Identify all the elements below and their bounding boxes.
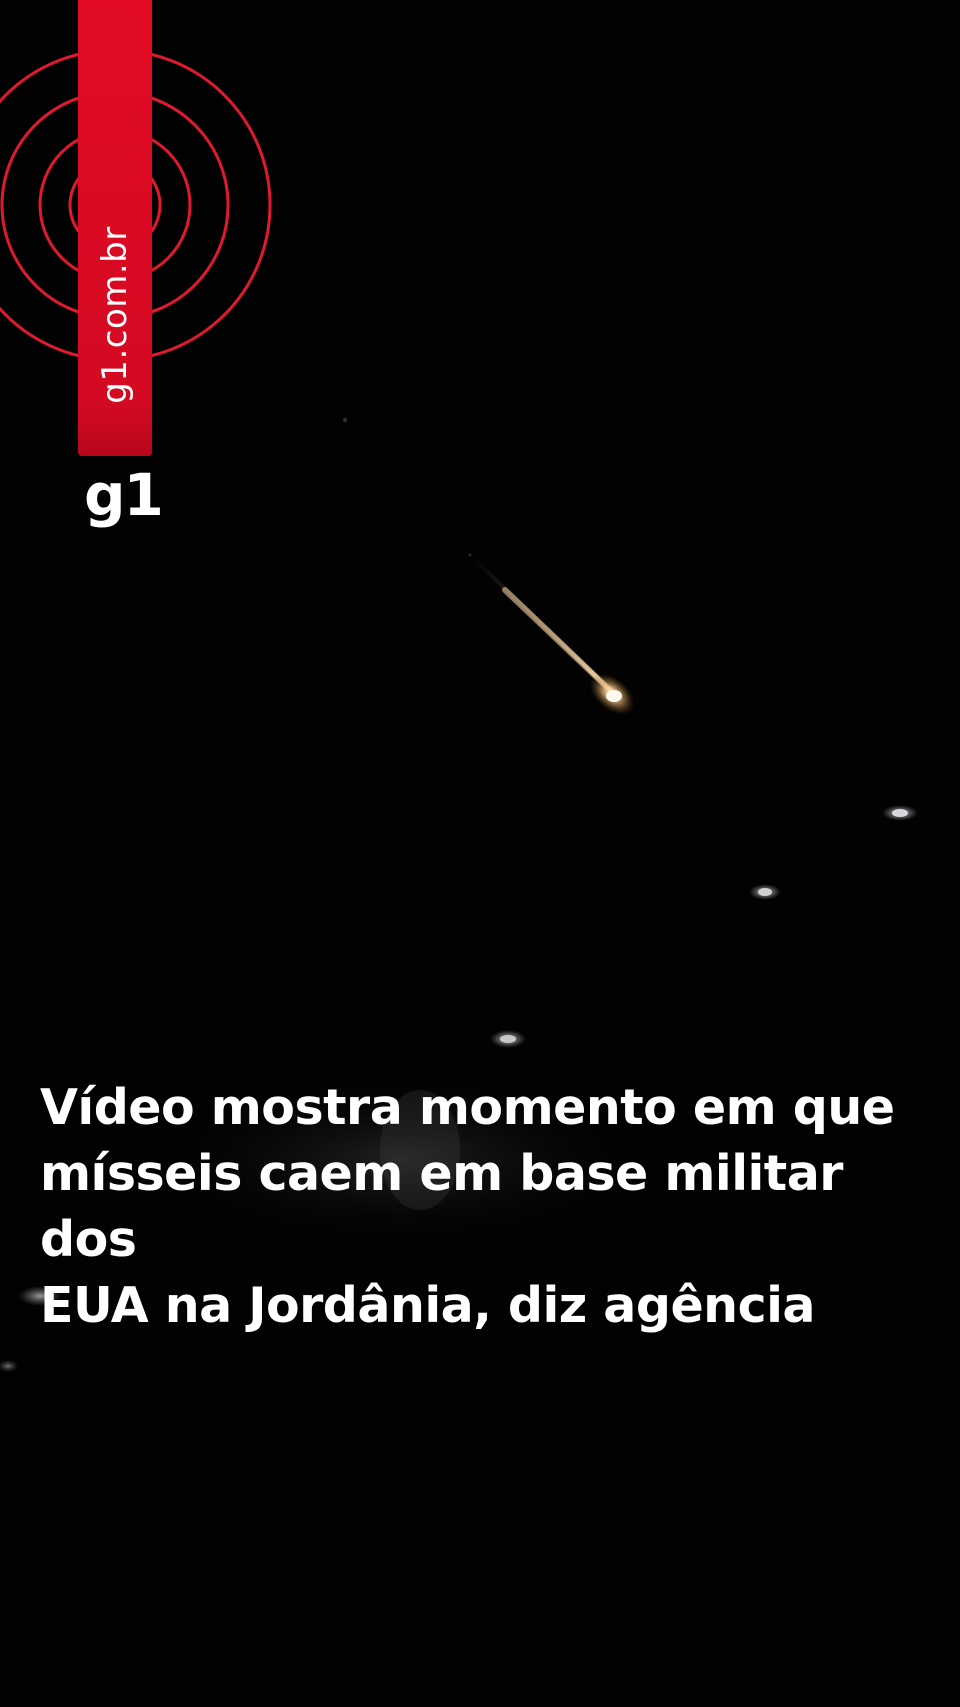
missile-streak [468,553,635,715]
headline-line-1: Vídeo mostra momento em que [40,1079,895,1136]
headline-line-2: mísseis caem em base militar dos [40,1145,843,1268]
video-frame: g1.com.br g1 Vídeo mostra momento em que… [0,0,960,1707]
brand-url: g1.com.br [95,226,136,404]
brand-strip: g1.com.br [78,0,152,456]
headline: Vídeo mostra momento em que mísseis caem… [40,1075,930,1339]
brand-url-container: g1.com.br [78,220,152,410]
headline-line-3: EUA na Jordânia, diz agência [40,1277,815,1334]
g1-logo: g1 [84,461,164,529]
